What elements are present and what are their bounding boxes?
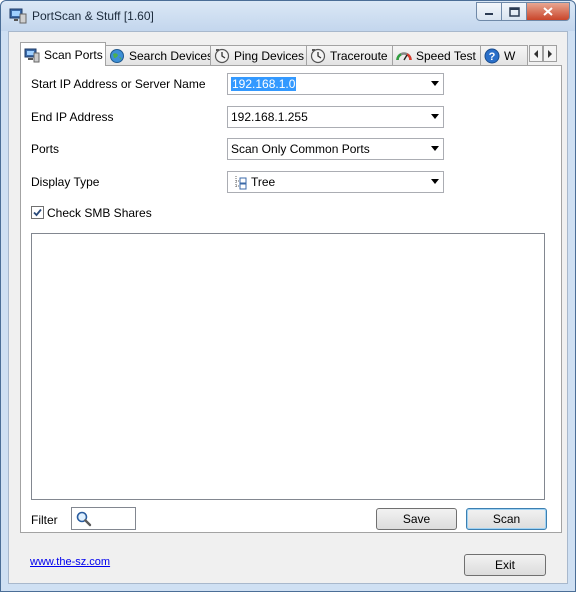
filter-label: Filter xyxy=(31,513,58,527)
end-ip-label: End IP Address xyxy=(31,110,114,124)
display-type-value: Tree xyxy=(251,175,276,189)
chevron-down-icon[interactable] xyxy=(431,114,439,119)
maximize-button[interactable] xyxy=(502,2,527,21)
smb-checkbox[interactable] xyxy=(31,206,44,219)
help-icon: ? xyxy=(484,48,500,63)
tab-scan-ports[interactable]: Scan Ports xyxy=(20,42,106,66)
caption-buttons xyxy=(476,2,570,21)
maximize-icon xyxy=(508,6,520,17)
tab-traceroute[interactable]: Traceroute xyxy=(306,45,393,65)
globe-icon xyxy=(110,48,124,63)
tab-ping-devices[interactable]: Ping Devices xyxy=(210,45,307,65)
smb-label: Check SMB Shares xyxy=(47,206,152,220)
end-ip-combobox[interactable]: 192.168.1.255 xyxy=(227,106,444,128)
chevron-down-icon[interactable] xyxy=(431,179,439,184)
svg-text:?: ? xyxy=(489,51,496,63)
start-ip-label: Start IP Address or Server Name xyxy=(31,77,206,91)
search-icon xyxy=(76,511,92,527)
scan-ports-panel: Start IP Address or Server Name 192.168.… xyxy=(20,65,562,533)
tab-label: Scan Ports xyxy=(44,47,103,62)
display-type-label: Display Type xyxy=(31,175,100,189)
start-ip-combobox[interactable]: 192.168.1.0 xyxy=(227,73,444,95)
end-ip-value: 192.168.1.255 xyxy=(231,110,308,124)
save-button[interactable]: Save xyxy=(376,508,457,530)
tab-speed-test[interactable]: Speed Test xyxy=(392,45,481,65)
results-tree[interactable] xyxy=(31,233,545,500)
close-icon xyxy=(543,7,553,16)
ports-value: Scan Only Common Ports xyxy=(231,142,370,156)
tab-scroll-arrows xyxy=(529,45,557,62)
chevron-right-icon xyxy=(548,49,552,58)
client-area: Scan Ports Search Devices Ping Devices T… xyxy=(8,31,568,584)
tab-scroll-right-button[interactable] xyxy=(543,45,557,62)
minimize-button[interactable] xyxy=(476,2,502,21)
close-button[interactable] xyxy=(527,2,570,21)
exit-button-label: Exit xyxy=(494,558,515,572)
tab-label: W xyxy=(504,48,516,63)
start-ip-value: 192.168.1.0 xyxy=(231,77,297,91)
scan-button[interactable]: Scan xyxy=(466,508,547,530)
tab-scroll-left-button[interactable] xyxy=(529,45,543,62)
save-button-label: Save xyxy=(402,512,431,526)
website-link[interactable]: www.the-sz.com xyxy=(30,556,110,568)
tab-label: Speed Test xyxy=(416,48,476,63)
clock-icon xyxy=(310,48,326,63)
filter-input[interactable] xyxy=(71,507,136,530)
title-bar[interactable]: PortScan & Stuff [1.60] xyxy=(1,1,575,31)
tab-search-devices[interactable]: Search Devices xyxy=(105,45,211,65)
scan-button-label: Scan xyxy=(492,512,521,526)
tab-label: Traceroute xyxy=(330,48,388,63)
window-title: PortScan & Stuff [1.60] xyxy=(32,9,154,23)
clock-icon xyxy=(214,48,230,63)
computer-icon xyxy=(24,48,40,62)
chevron-down-icon[interactable] xyxy=(431,146,439,151)
tab-label: Search Devices xyxy=(129,48,211,63)
exit-button[interactable]: Exit xyxy=(464,554,546,576)
tab-strip: Scan Ports Search Devices Ping Devices T… xyxy=(20,42,570,66)
checkmark-icon xyxy=(33,208,42,217)
display-type-combobox[interactable]: Tree xyxy=(227,171,444,193)
minimize-icon xyxy=(485,12,493,15)
tree-icon xyxy=(235,176,247,190)
chevron-left-icon xyxy=(534,49,538,58)
app-icon xyxy=(9,8,27,24)
ports-label: Ports xyxy=(31,142,60,156)
chevron-down-icon[interactable] xyxy=(431,81,439,86)
tab-label: Ping Devices xyxy=(234,48,305,63)
speedometer-icon xyxy=(396,51,412,60)
app-window: PortScan & Stuff [1.60] Scan Ports Searc… xyxy=(0,0,576,592)
tab-partial[interactable]: ? W xyxy=(480,45,528,65)
ports-combobox[interactable]: Scan Only Common Ports xyxy=(227,138,444,160)
